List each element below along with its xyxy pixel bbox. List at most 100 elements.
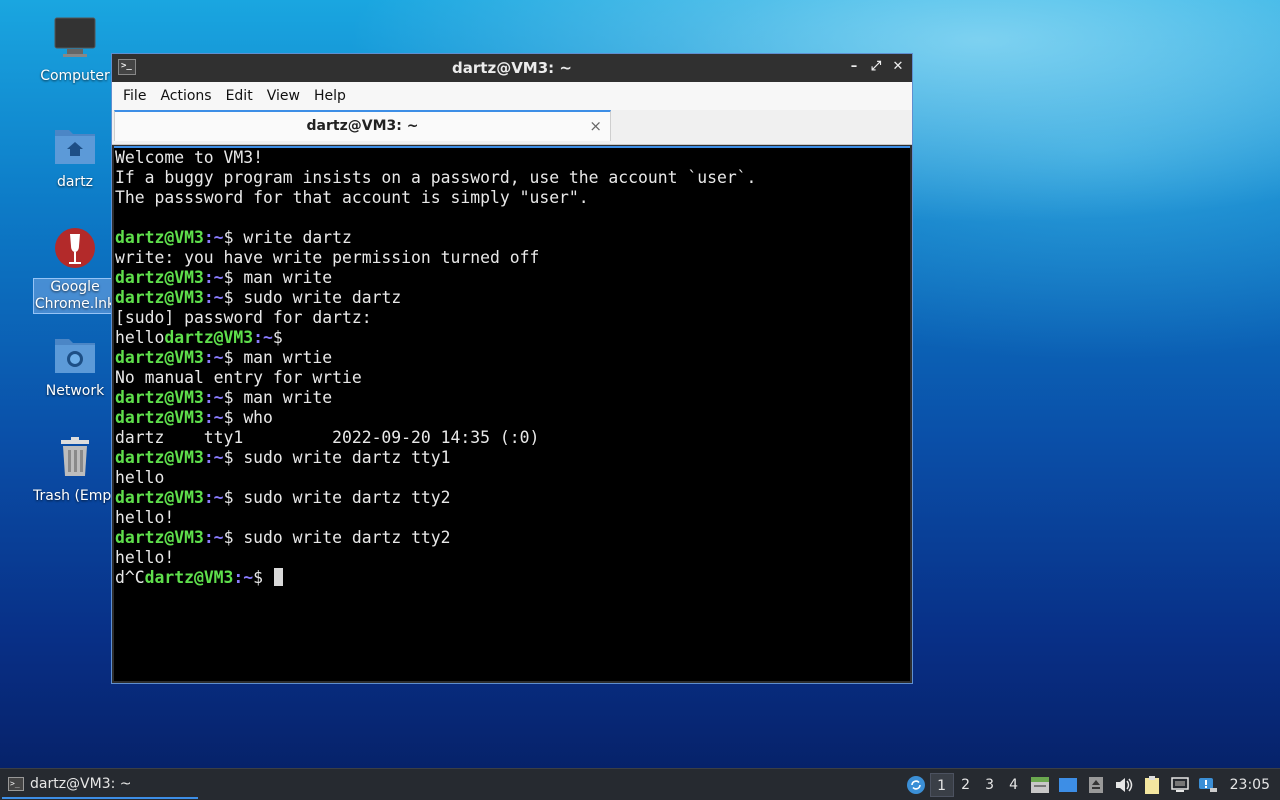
clock[interactable]: 23:05	[1222, 777, 1280, 793]
desktop-icon-label: dartz	[56, 174, 94, 190]
volume-icon[interactable]	[1112, 773, 1136, 797]
desktop-icon-chrome-lnk[interactable]: Google Chrome.lnk	[33, 226, 117, 314]
maximize-button[interactable]: ⤢	[868, 58, 884, 76]
prompt-symbol: $	[272, 328, 293, 347]
tab-close-icon[interactable]: ×	[589, 112, 602, 140]
desktop-icon-label: Network	[45, 383, 105, 399]
menu-view[interactable]: View	[260, 88, 307, 104]
prompt-user: dartz@VM3	[115, 448, 204, 467]
prompt-path: :~	[233, 568, 254, 587]
prompt-path: :~	[203, 448, 224, 467]
terminal-line: dartz@VM3:~$ sudo write dartz tty1	[115, 448, 756, 468]
prompt-symbol: $	[223, 288, 244, 307]
network-connection-icon[interactable]	[1168, 773, 1192, 797]
close-button[interactable]: ✕	[890, 58, 906, 76]
title-bar[interactable]: >_ dartz@VM3: ~ – ⤢ ✕	[112, 54, 912, 82]
menu-help[interactable]: Help	[307, 88, 353, 104]
workspace-2[interactable]: 2	[954, 773, 978, 797]
terminal-line: hello!	[115, 508, 756, 528]
output-text: If a buggy program insists on a password…	[115, 168, 757, 187]
update-notifier-icon[interactable]	[904, 773, 928, 797]
desktop-icon-label: Trash (Empty	[33, 488, 117, 504]
output-text: Welcome to VM3!	[115, 148, 264, 167]
prompt-symbol: $	[223, 488, 244, 507]
terminal-line: If a buggy program insists on a password…	[115, 168, 756, 188]
desktop-icon-home[interactable]: dartz	[33, 122, 117, 191]
command-text: man wrtie	[243, 348, 333, 367]
terminal-output[interactable]: Welcome to VM3! If a buggy program insist…	[114, 146, 910, 681]
command-text: man write	[243, 388, 333, 407]
terminal-tab[interactable]: dartz@VM3: ~ ×	[114, 110, 611, 141]
prompt-path: :~	[203, 268, 224, 287]
menu-bar: File Actions Edit View Help	[112, 82, 912, 110]
workspace-4[interactable]: 4	[1002, 773, 1026, 797]
terminal-line: dartz@VM3:~$ sudo write dartz tty2	[115, 528, 756, 548]
prompt-symbol: $	[223, 408, 244, 427]
tab-title: dartz@VM3: ~	[306, 118, 419, 134]
terminal-line: No manual entry for wrtie	[115, 368, 756, 388]
system-tray: 1 2 3 4 23:05	[902, 769, 1280, 800]
terminal-line: dartz@VM3:~$ man wrtie	[115, 348, 756, 368]
terminal-line: hello!	[115, 548, 756, 568]
desktop-switcher-icon[interactable]	[1028, 773, 1052, 797]
prompt-path: :~	[253, 328, 273, 347]
command-text: sudo write dartz tty2	[243, 488, 451, 507]
command-text: who	[243, 408, 273, 427]
prompt-user: dartz@VM3	[115, 388, 204, 407]
prompt-symbol: $	[223, 528, 244, 547]
terminal-line: dartz@VM3:~$ sudo write dartz tty2	[115, 488, 756, 508]
workspace-3[interactable]: 3	[978, 773, 1002, 797]
desktop-icon-label: Computer	[40, 68, 110, 84]
text-cursor	[273, 568, 283, 586]
wine-icon	[51, 226, 99, 274]
terminal-icon: >_	[8, 777, 24, 791]
notification-icon[interactable]	[1196, 773, 1220, 797]
command-text: sudo write dartz tty1	[243, 448, 451, 467]
terminal-line: write: you have write permission turned …	[115, 248, 756, 268]
trash-icon	[51, 436, 99, 484]
menu-edit[interactable]: Edit	[219, 88, 260, 104]
workspace-1[interactable]: 1	[929, 772, 954, 797]
desktop-icon-trash[interactable]: Trash (Empty	[33, 436, 117, 505]
prompt-user: dartz@VM3	[115, 268, 204, 287]
desktop-icon-network[interactable]: Network	[33, 331, 117, 400]
clipboard-icon[interactable]	[1140, 773, 1164, 797]
minimize-button[interactable]: –	[846, 58, 862, 76]
menu-file[interactable]: File	[116, 88, 153, 104]
taskbar-window-button[interactable]: >_ dartz@VM3: ~	[2, 771, 198, 799]
command-text: write dartz	[243, 228, 352, 247]
menu-actions[interactable]: Actions	[153, 88, 218, 104]
terminal-line: d^Cdartz@VM3:~$	[115, 568, 756, 588]
prompt-path: :~	[203, 408, 224, 427]
taskbar-window-label: dartz@VM3: ~	[30, 776, 132, 792]
terminal-icon[interactable]: >_	[118, 59, 136, 75]
prompt-symbol: $	[223, 228, 244, 247]
terminal-lines: Welcome to VM3! If a buggy program insist…	[115, 148, 756, 588]
computer-icon	[51, 16, 99, 64]
prompt-user: dartz@VM3	[144, 568, 234, 587]
desktop-icon-computer[interactable]: Computer	[33, 16, 117, 85]
prompt-symbol: $	[223, 348, 244, 367]
output-text: hello!	[115, 508, 175, 527]
taskbar: >_ dartz@VM3: ~ 1 2 3 4 23:05	[0, 768, 1280, 800]
output-text: hello	[115, 468, 165, 487]
terminal-line: dartz tty1 2022-09-20 14:35 (:0)	[115, 428, 756, 448]
prompt-symbol: $	[223, 268, 244, 287]
output-text: dartz tty1 2022-09-20 14:35 (:0)	[115, 428, 540, 447]
prompt-path: :~	[203, 288, 224, 307]
output-text: hello!	[115, 548, 175, 567]
terminal-window: >_ dartz@VM3: ~ – ⤢ ✕ File Actions Edit …	[111, 53, 913, 684]
terminal-line: [sudo] password for dartz:	[115, 308, 756, 328]
command-text: sudo write dartz tty2	[243, 528, 451, 547]
terminal-line: The passsword for that account is simply…	[115, 188, 756, 208]
prompt-user: dartz@VM3	[115, 408, 204, 427]
show-desktop-icon[interactable]	[1056, 773, 1080, 797]
output-text: The passsword for that account is simply…	[115, 188, 589, 207]
prompt-user: dartz@VM3	[115, 288, 204, 307]
eject-icon[interactable]	[1084, 773, 1108, 797]
prompt-symbol: $	[253, 568, 273, 587]
terminal-line: dartz@VM3:~$ man write	[115, 388, 756, 408]
prompt-path: :~	[203, 348, 224, 367]
terminal-line: Welcome to VM3!	[115, 148, 756, 168]
